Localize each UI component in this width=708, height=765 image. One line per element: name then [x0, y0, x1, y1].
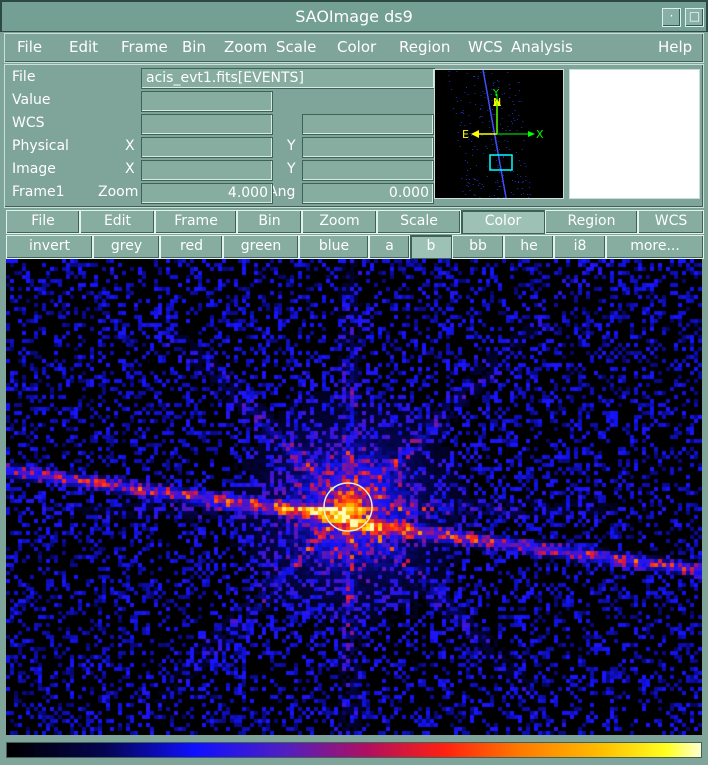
menu-scale[interactable]: Scale	[276, 38, 316, 56]
panner[interactable]: N Y E X	[434, 69, 564, 199]
east-arrowhead	[471, 130, 479, 138]
menu-bar: File Edit Frame Bin Zoom Scale Color Reg…	[4, 33, 704, 63]
angle-field: 0.000	[302, 183, 434, 204]
menu-zoom[interactable]: Zoom	[224, 38, 267, 56]
button-i8[interactable]: i8	[554, 235, 606, 259]
button-a[interactable]: a	[369, 235, 410, 259]
panner-view: N Y E X	[448, 70, 544, 198]
button-green[interactable]: green	[223, 235, 299, 259]
button-edit[interactable]: Edit	[80, 210, 155, 234]
y-axis-label: Y	[492, 88, 500, 99]
wcs-y-field	[302, 114, 434, 135]
menu-edit[interactable]: Edit	[69, 38, 98, 56]
wcs-x-field	[141, 114, 273, 135]
button-region[interactable]: Region	[545, 210, 638, 234]
magnifier	[569, 69, 700, 199]
physical-y-field	[302, 137, 434, 158]
image-x-label: X	[125, 161, 135, 177]
menu-bin[interactable]: Bin	[182, 38, 206, 56]
x-axis-label: X	[536, 128, 544, 141]
maximize-button[interactable]: □	[685, 8, 704, 27]
image-frame[interactable]	[6, 259, 702, 735]
image-y-label: Y	[287, 161, 296, 177]
file-label: File	[12, 69, 36, 85]
button-b[interactable]: b	[410, 235, 452, 259]
value-label: Value	[12, 92, 51, 108]
x-axis-arrowhead	[528, 131, 535, 137]
colorbar[interactable]	[6, 742, 702, 758]
minimize-button[interactable]: ·	[662, 8, 681, 27]
button-scale[interactable]: Scale	[377, 210, 461, 234]
menu-file[interactable]: File	[17, 38, 42, 56]
wcs-label: WCS	[12, 115, 45, 131]
button-red[interactable]: red	[160, 235, 223, 259]
button-grey[interactable]: grey	[93, 235, 160, 259]
east-label: E	[462, 128, 469, 141]
file-field: acis_evt1.fits[EVENTS]	[141, 68, 435, 89]
button-frame[interactable]: Frame	[155, 210, 237, 234]
circle-region[interactable]	[323, 482, 373, 532]
zoom-label: Zoom	[98, 184, 139, 200]
physical-x-label: X	[125, 138, 135, 154]
button-file[interactable]: File	[6, 210, 80, 234]
physical-x-field	[141, 137, 273, 158]
image-x-field	[141, 160, 273, 181]
physical-y-label: Y	[287, 138, 296, 154]
menu-help[interactable]: Help	[658, 38, 692, 56]
region-overlay	[323, 482, 373, 532]
button-bin[interactable]: Bin	[237, 210, 302, 234]
button-more[interactable]: more...	[606, 235, 704, 259]
frame-label: Frame1	[12, 184, 65, 200]
title-bar: SAOImage ds9 · □	[0, 0, 708, 32]
button-blue[interactable]: blue	[299, 235, 369, 259]
menu-color[interactable]: Color	[337, 38, 376, 56]
menu-wcs[interactable]: WCS	[468, 38, 503, 56]
button-color[interactable]: Color	[461, 210, 545, 234]
image-label: Image	[12, 161, 56, 177]
button-wcs[interactable]: WCS	[638, 210, 704, 234]
button-invert[interactable]: invert	[6, 235, 93, 259]
button-bb[interactable]: bb	[452, 235, 504, 259]
image-y-field	[302, 160, 434, 181]
button-he[interactable]: he	[504, 235, 554, 259]
value-field	[141, 91, 273, 112]
zoom-field: 4.000	[141, 183, 273, 204]
physical-label: Physical	[12, 138, 69, 154]
menu-analysis[interactable]: Analysis	[511, 38, 573, 56]
window-title: SAOImage ds9	[295, 7, 413, 26]
button-zoom[interactable]: Zoom	[302, 210, 377, 234]
menu-region[interactable]: Region	[399, 38, 450, 56]
menu-frame[interactable]: Frame	[121, 38, 168, 56]
